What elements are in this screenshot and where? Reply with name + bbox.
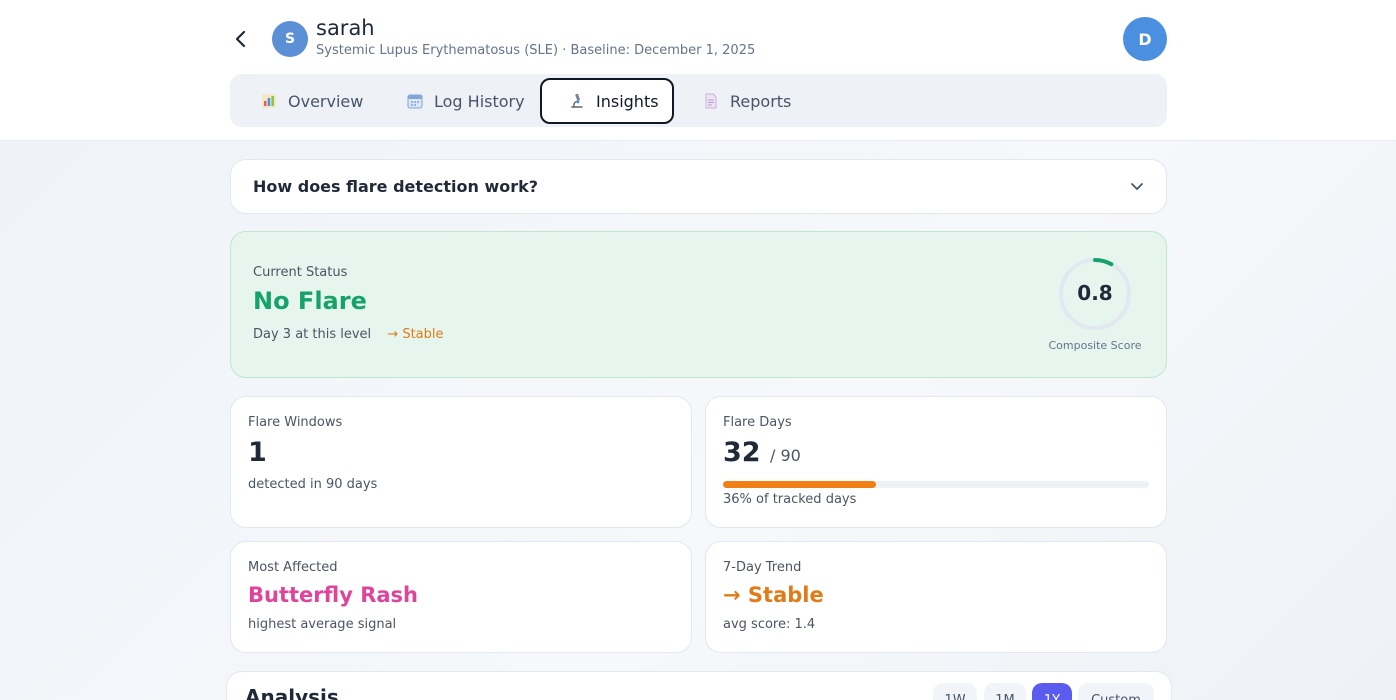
chart-icon xyxy=(260,92,278,110)
range-1w-button[interactable]: 1W xyxy=(933,683,977,700)
patient-name: sarah xyxy=(316,16,375,40)
tab-bar: Overview Log History Insights Reports xyxy=(230,74,1167,127)
flare-windows-card: Flare Windows 1 detected in 90 days xyxy=(230,396,692,528)
chevron-left-icon xyxy=(235,30,246,48)
most-affected-sub: highest average signal xyxy=(248,617,397,632)
status-value: No Flare xyxy=(253,287,367,315)
flare-detection-faq[interactable]: How does flare detection work? xyxy=(230,159,1167,214)
range-1m-button[interactable]: 1M xyxy=(984,683,1026,700)
current-status-card: Current Status No Flare Day 3 at this le… xyxy=(230,231,1167,378)
tab-overview[interactable]: Overview xyxy=(234,78,380,124)
flare-windows-sub: detected in 90 days xyxy=(248,477,378,492)
most-affected-value: Butterfly Rash xyxy=(248,583,418,607)
patient-avatar: S xyxy=(272,21,308,57)
tab-insights[interactable]: Insights xyxy=(540,78,674,124)
analysis-card: Analysis 1W 1M 1Y Custom xyxy=(226,671,1172,700)
back-button[interactable] xyxy=(228,26,254,52)
composite-score-label: Composite Score xyxy=(1048,339,1142,352)
user-avatar[interactable]: D xyxy=(1123,17,1167,61)
trend-label: 7-Day Trend xyxy=(723,560,802,575)
status-day-text: Day 3 at this level xyxy=(253,327,372,342)
status-meta: Day 3 at this level → Stable xyxy=(253,327,444,342)
patient-subtitle: Systemic Lupus Erythematosus (SLE) · Bas… xyxy=(316,43,756,58)
flare-windows-label: Flare Windows xyxy=(248,415,343,430)
most-affected-card: Most Affected Butterfly Rash highest ave… xyxy=(230,541,692,653)
tab-label: Overview xyxy=(288,91,364,111)
flare-days-sub: 36% of tracked days xyxy=(723,492,857,507)
chevron-down-icon xyxy=(1131,183,1143,190)
calendar-icon xyxy=(406,92,424,110)
analysis-title: Analysis xyxy=(245,685,339,700)
microscope-icon xyxy=(568,92,586,110)
range-1y-button[interactable]: 1Y xyxy=(1032,683,1072,700)
flare-days-progress-track xyxy=(723,481,1149,488)
flare-days-denominator: / 90 xyxy=(769,446,801,465)
trend-value: → Stable xyxy=(723,583,824,607)
flare-days-card: Flare Days 32 / 90 36% of tracked days xyxy=(705,396,1167,528)
status-label: Current Status xyxy=(253,265,348,280)
trend-sub: avg score: 1.4 xyxy=(723,617,816,632)
flare-days-label: Flare Days xyxy=(723,415,792,430)
most-affected-label: Most Affected xyxy=(248,560,338,575)
tab-label: Reports xyxy=(730,91,792,111)
flare-days-count: 32 / 90 xyxy=(723,437,801,468)
flare-days-value: 32 xyxy=(723,437,761,468)
tab-reports[interactable]: Reports xyxy=(676,78,816,124)
top-header: S sarah Systemic Lupus Erythematosus (SL… xyxy=(0,0,1396,141)
flare-windows-value: 1 xyxy=(248,437,267,468)
status-trend: → Stable xyxy=(387,327,444,342)
range-custom-button[interactable]: Custom xyxy=(1078,683,1154,700)
document-icon xyxy=(702,92,720,110)
tab-log-history[interactable]: Log History xyxy=(380,78,538,124)
faq-title: How does flare detection work? xyxy=(253,177,539,196)
composite-score-value: 0.8 xyxy=(1077,281,1113,305)
seven-day-trend-card: 7-Day Trend → Stable avg score: 1.4 xyxy=(705,541,1167,653)
tab-label: Insights xyxy=(596,91,659,111)
tab-label: Log History xyxy=(434,91,525,111)
flare-days-progress-fill xyxy=(723,481,877,488)
